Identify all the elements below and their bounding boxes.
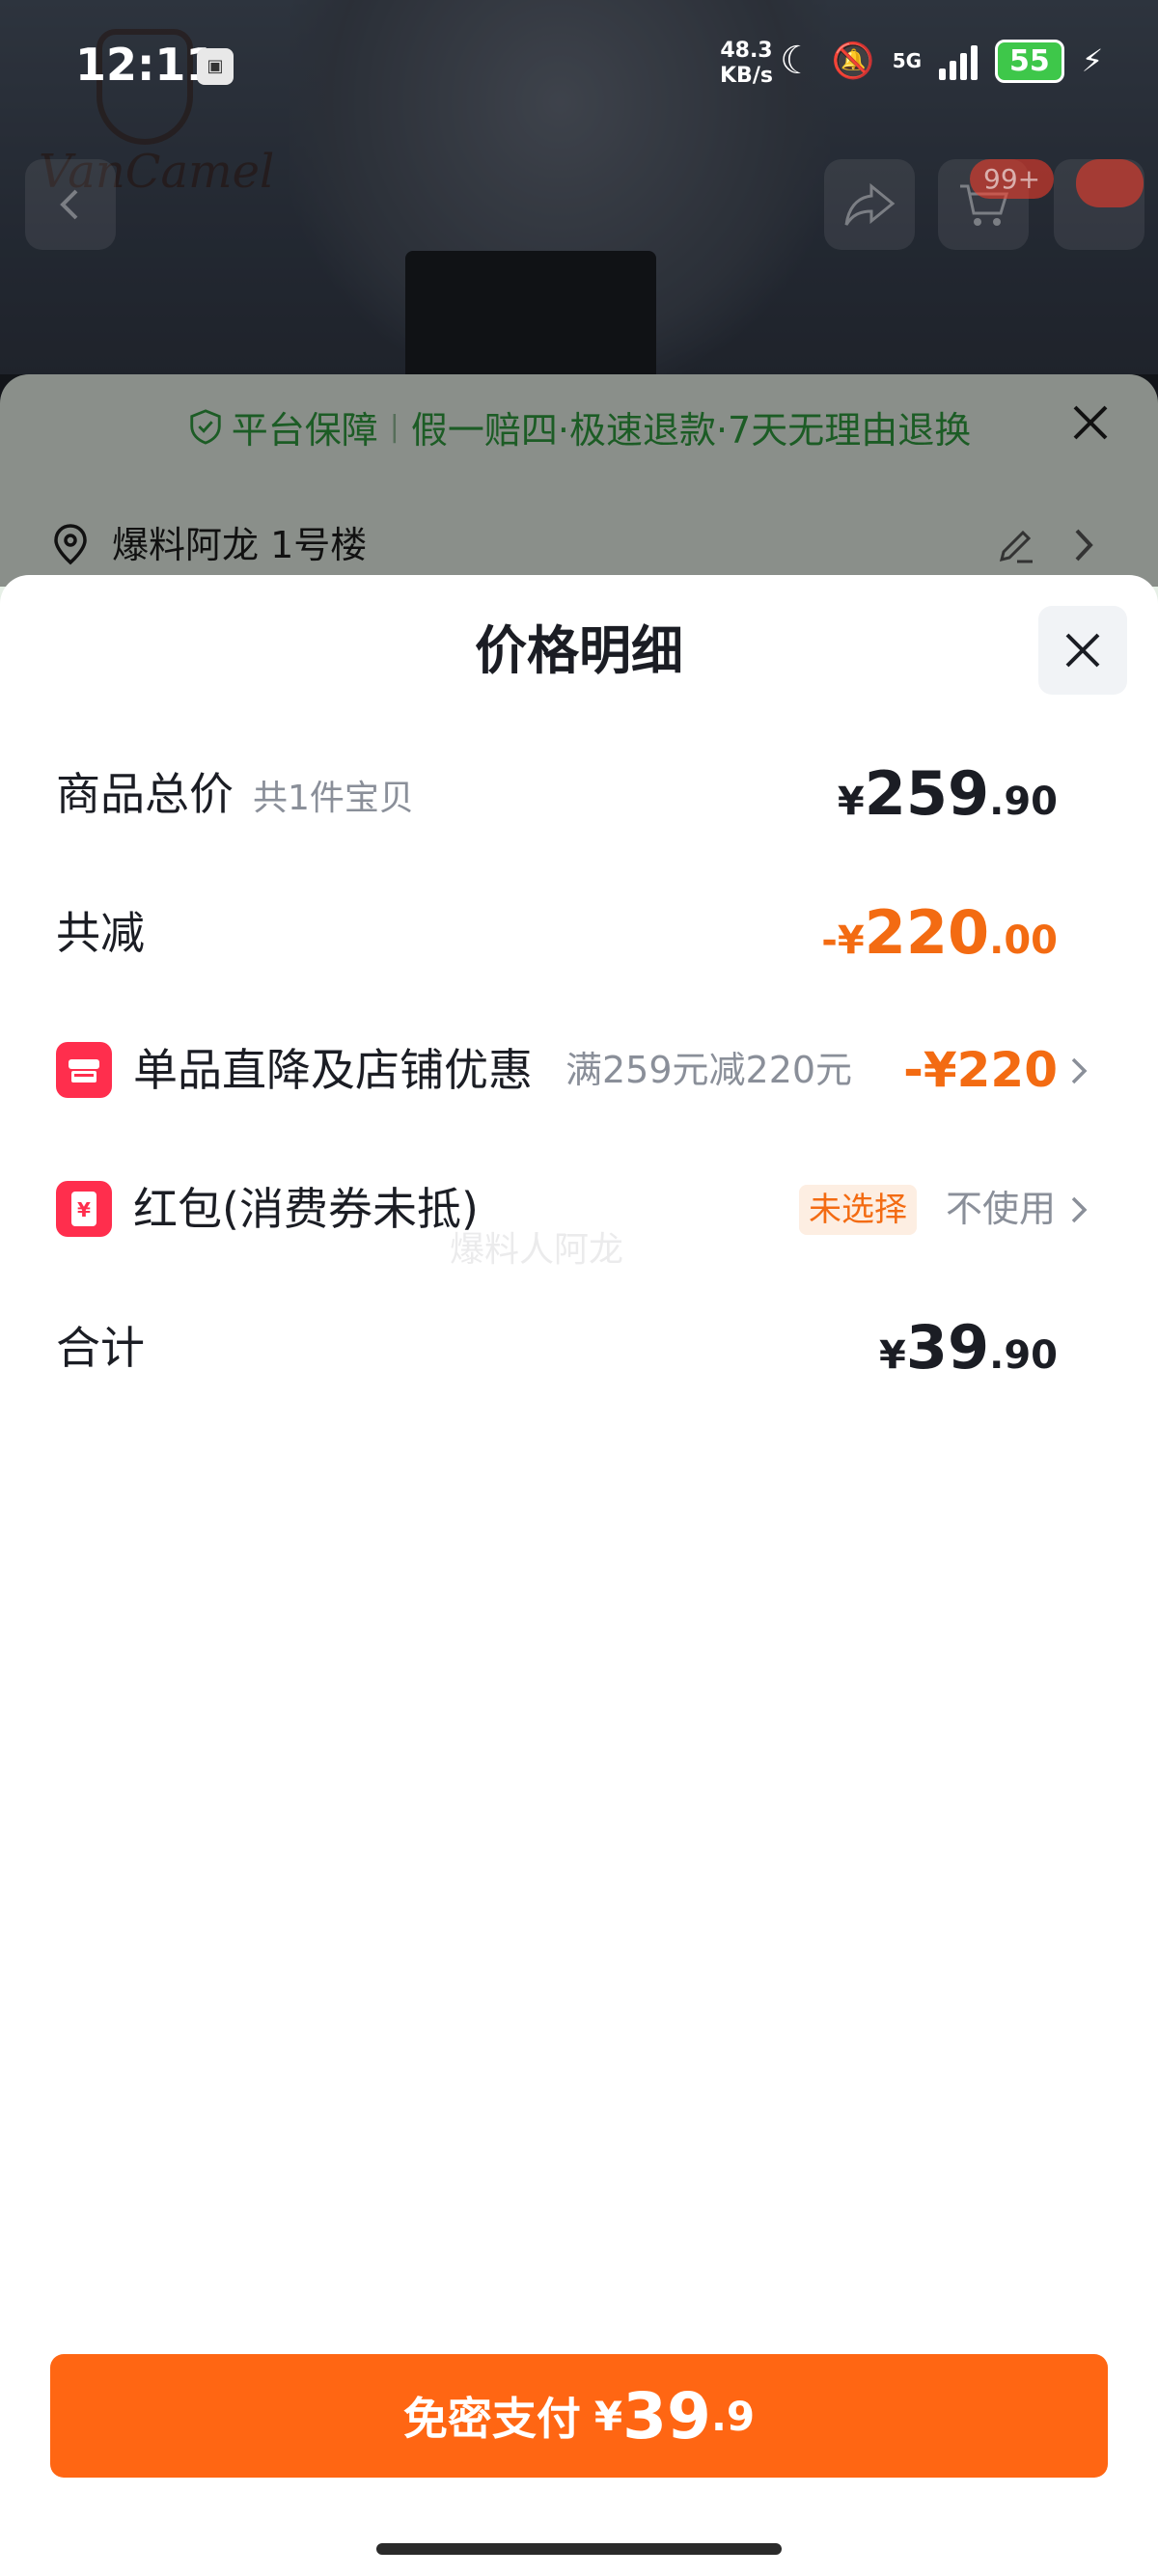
- mute-icon: 🔕: [831, 41, 875, 81]
- shop-discount-row[interactable]: 单品直降及店铺优惠 满259元减220元 -¥220: [0, 1025, 1158, 1115]
- back-button[interactable]: [25, 159, 116, 250]
- shop-discount-value: -¥220: [903, 1042, 1058, 1098]
- charging-icon: ⚡: [1081, 42, 1104, 79]
- battery-icon: 55: [995, 39, 1064, 83]
- back-icon: [60, 189, 78, 220]
- sheet-title: 价格明细: [475, 620, 683, 681]
- close-icon: [1065, 633, 1100, 668]
- sheet-close-button[interactable]: [1038, 606, 1127, 695]
- guarantee-close-button[interactable]: [1062, 397, 1119, 455]
- discount-total-label: 共减: [56, 907, 145, 959]
- password-free-pay-button[interactable]: 免密支付 ¥39.9: [50, 2354, 1108, 2478]
- watermark: 爆料人阿龙: [450, 1230, 624, 1270]
- network-type: 5G: [892, 49, 923, 72]
- status-time: 12:11: [75, 39, 217, 91]
- svg-text:¥: ¥: [77, 1198, 91, 1221]
- chevron-right-icon: [1071, 1196, 1088, 1223]
- platform-guarantee: 平台保障 | 假一赔四·极速退款·7天无理由退换: [0, 397, 1158, 455]
- edit-icon[interactable]: [994, 525, 1036, 567]
- red-packet-icon: ¥: [56, 1181, 112, 1237]
- chevron-right-icon: [1071, 1057, 1088, 1084]
- not-use-option[interactable]: 不使用: [946, 1164, 1056, 1254]
- close-icon: [1073, 405, 1108, 440]
- share-icon: [844, 182, 896, 226]
- shop-discount-condition: 满259元减220元: [565, 1049, 853, 1091]
- address-row[interactable]: 爆料阿龙 1号楼: [0, 511, 1158, 579]
- shop-discount-label: 单品直降及店铺优惠: [133, 1044, 533, 1096]
- red-packet-label: 红包(消费券未抵): [133, 1183, 479, 1235]
- home-indicator[interactable]: [376, 2543, 782, 2555]
- moon-icon: ☾: [780, 39, 814, 83]
- chevron-right-icon: [1075, 529, 1093, 562]
- shield-check-icon: [190, 409, 221, 445]
- unselected-badge: 未选择: [799, 1185, 917, 1235]
- item-count: 共1件宝贝: [253, 779, 414, 818]
- discount-total-row: 共减 -¥220.00: [0, 890, 1158, 976]
- signal-icon: [939, 41, 979, 80]
- net-speed: 48.3 KB/s: [720, 39, 773, 88]
- subtotal-row: 商品总价 共1件宝贝 ¥259.90: [0, 751, 1158, 837]
- cart-count-badge: 99+: [970, 159, 1055, 199]
- subtotal-value: ¥259.90: [837, 758, 1058, 829]
- share-button[interactable]: [824, 159, 915, 250]
- message-badge: [1076, 159, 1144, 207]
- address-text: 爆料阿龙 1号楼: [112, 524, 368, 566]
- total-row: 合计 ¥39.90: [0, 1304, 1158, 1391]
- total-value: ¥39.90: [879, 1312, 1058, 1383]
- app-notification-icon: ▣: [197, 48, 234, 85]
- shop-icon: [56, 1042, 112, 1098]
- location-pin-icon: [54, 524, 87, 565]
- status-bar: 12:11 ▣ 48.3 KB/s ☾ 🔕 5G 55 ⚡: [0, 0, 1158, 135]
- price-detail-sheet: 价格明细 商品总价 共1件宝贝 ¥259.90 共减 -¥220.00 单品直降及…: [0, 575, 1158, 2576]
- subtotal-label: 商品总价: [56, 768, 234, 820]
- discount-total-value: -¥220.00: [821, 897, 1058, 968]
- total-label: 合计: [56, 1322, 145, 1374]
